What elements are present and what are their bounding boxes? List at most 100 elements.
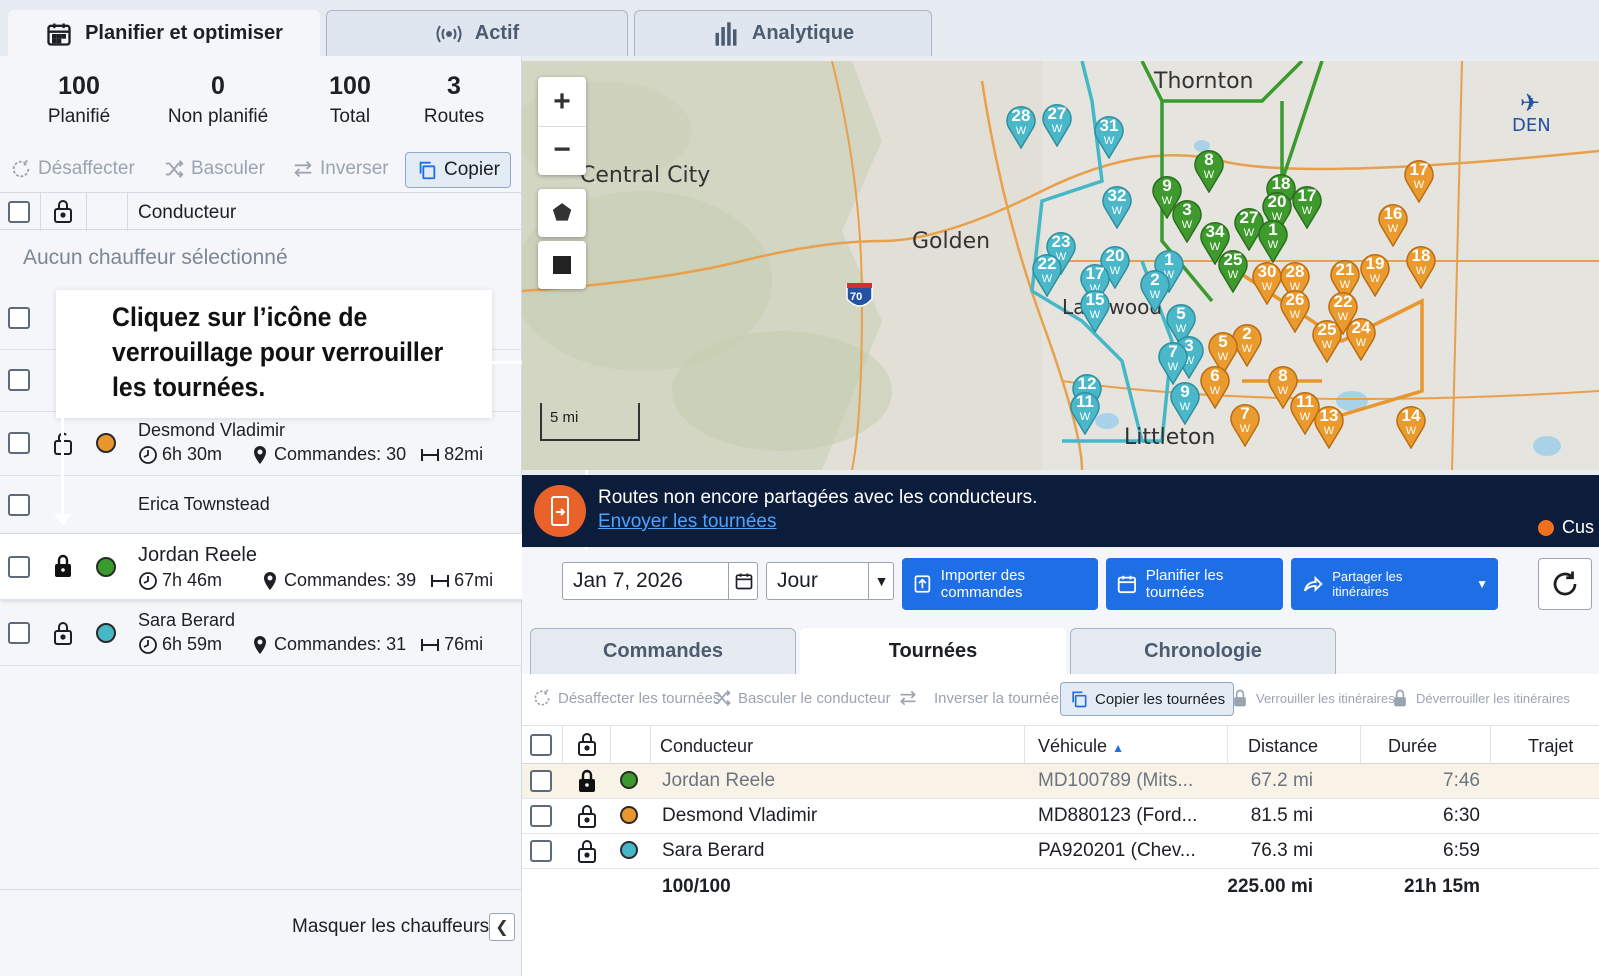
pin-number: 7 [1168,342,1178,361]
driver-column-header[interactable]: Conducteur [138,202,236,224]
map-pin[interactable]: 11 W [1068,389,1102,436]
trip-column-header[interactable]: Trajet [1528,736,1573,757]
lock-icon[interactable] [575,838,599,864]
map-pin[interactable]: 27 W [1040,101,1074,148]
unlock-itineraries-button[interactable]: Déverrouiller les itinéraires [1390,688,1570,708]
reverse-route-button[interactable]: Inverser la tournée [898,688,1059,708]
tab-label: Analytique [751,22,855,44]
map-pin[interactable]: 15 W [1078,287,1112,334]
table-row[interactable]: Sara Berard PA920201 (Chev... 76.3 mi 6:… [522,834,1599,869]
switch-driver-button[interactable]: Basculer le conducteur [712,688,891,708]
chevron-down-icon[interactable]: ▼ [868,562,894,600]
refresh-button[interactable] [1538,558,1592,610]
tab-analytics[interactable]: Analytique [634,10,932,56]
driver-row-sara[interactable]: Sara Berard 6h 59m Commandes: 31 76mi [0,600,522,666]
vehicle-column-header[interactable]: Véhicule ▲ [1038,736,1124,757]
map-pin[interactable]: 28 W [1004,103,1038,150]
row-checkbox[interactable] [8,494,30,516]
row-checkbox[interactable] [530,840,552,862]
lock-icon [1394,689,1406,707]
tab-routes[interactable]: Tournées [800,628,1066,674]
map-pin[interactable]: 9W [1168,379,1202,426]
map-pin[interactable]: 17 W [1290,183,1324,230]
map-pin[interactable]: 32 W [1100,183,1134,230]
pin-letter: W [1355,337,1367,349]
driver-row-jordan[interactable]: Jordan Reele 7h 46m Commandes: 39 67mi [0,534,522,600]
pin-number: 17 [1085,264,1105,283]
map-pin[interactable]: 25 W [1310,317,1344,364]
pin-letter: W [1321,339,1333,351]
map-pin[interactable]: 18W [1404,243,1438,290]
map-pin[interactable]: 8W [1192,147,1226,194]
tab-orders[interactable]: Commandes [530,628,796,674]
lock-icon[interactable] [575,768,599,794]
map-pin[interactable]: 26 W [1278,287,1312,334]
driver-row-erica[interactable]: Erica Townstead [0,476,522,534]
distance-column-header[interactable]: Distance [1248,736,1318,757]
map-pin[interactable]: 19 W [1358,251,1392,298]
map-pin[interactable]: 17 W [1402,157,1436,204]
row-checkbox[interactable] [8,369,30,391]
driver-row-desmond[interactable]: Desmond Vladimir 6h 30m Commandes: 30 82… [0,412,522,476]
zoom-out-button[interactable]: − [538,126,586,174]
calendar-button[interactable] [728,562,758,600]
route-color-dot [620,841,638,859]
unassign-icon [534,689,550,706]
map-pin[interactable]: 24 W [1344,315,1378,362]
map-pin[interactable]: 16 W [1376,201,1410,248]
copy-routes-button[interactable]: Copier les tournées [1060,682,1235,716]
pin-letter: W [1301,205,1313,217]
reverse-button[interactable]: Inverser [292,154,389,184]
zoom-in-button[interactable]: + [553,78,571,126]
table-row[interactable]: Jordan Reele MD100789 (Mits... 67.2 mi 7… [522,764,1599,799]
driver-column-header[interactable]: Conducteur [660,736,753,757]
lock-header-icon[interactable] [575,731,599,757]
lock-icon[interactable] [575,803,599,829]
row-checkbox[interactable] [530,770,552,792]
calendar-icon [735,573,752,590]
map-pin[interactable]: 1W [1256,217,1290,264]
lock-itineraries-button[interactable]: Verrouiller les itinéraires [1230,688,1395,708]
draw-polygon-button[interactable]: ⬟ [538,189,586,237]
top-tab-bar: Planifier et optimiser Actif Analytique [0,0,1599,56]
lock-header-icon[interactable] [51,198,75,224]
tab-timeline[interactable]: Chronologie [1070,628,1336,674]
unassign-button[interactable]: Désaffecter [10,154,135,184]
pin-number: 16 [1383,204,1403,223]
row-checkbox[interactable] [8,622,30,644]
unassign-routes-button[interactable]: Désaffecter les tournées [532,688,720,708]
row-checkbox[interactable] [8,307,30,329]
tab-plan-optimize[interactable]: Planifier et optimiser [8,10,320,56]
select-all-checkbox[interactable] [8,201,30,223]
bar-chart-icon [715,21,737,46]
map-pin[interactable]: 6W [1198,363,1232,410]
map-pin[interactable]: 14 W [1394,403,1428,450]
row-checkbox[interactable] [530,805,552,827]
row-checkbox[interactable] [8,556,30,578]
map-pin[interactable]: 13 W [1312,403,1346,450]
duration-column-header[interactable]: Durée [1388,736,1437,757]
table-row[interactable]: Desmond Vladimir MD880123 (Ford... 81.5 … [522,799,1599,834]
pin-number: 34 [1205,222,1225,241]
route-map[interactable]: Central City Golden Thornton Littleton L… [522,61,1599,470]
upload-icon [914,575,931,593]
map-pin[interactable]: 31 W [1092,113,1126,160]
plan-routes-button[interactable]: Planifier les tournées [1106,558,1283,610]
tab-active[interactable]: Actif [326,10,628,56]
polygon-icon: ⬟ [552,200,572,225]
map-pin[interactable]: 7W [1228,401,1262,448]
send-routes-link[interactable]: Envoyer les tournées [598,511,777,533]
pin-letter: W [1217,351,1229,363]
lock-icon[interactable] [51,553,75,579]
lock-icon[interactable] [51,620,75,646]
collapse-panel-button[interactable]: ❮ [489,913,515,941]
row-checkbox[interactable] [8,432,30,454]
switch-button[interactable]: Basculer [163,154,265,184]
import-orders-button[interactable]: Importer des commandes [902,558,1098,610]
map-pin[interactable]: 22 W [1030,251,1064,298]
draw-rectangle-button[interactable] [538,241,586,289]
map-pin[interactable]: 25 W [1216,247,1250,294]
select-all-checkbox[interactable] [530,734,552,756]
share-itineraries-button[interactable]: Partager les itinéraires ▼ [1291,558,1498,610]
copy-button[interactable]: Copier [405,152,511,188]
